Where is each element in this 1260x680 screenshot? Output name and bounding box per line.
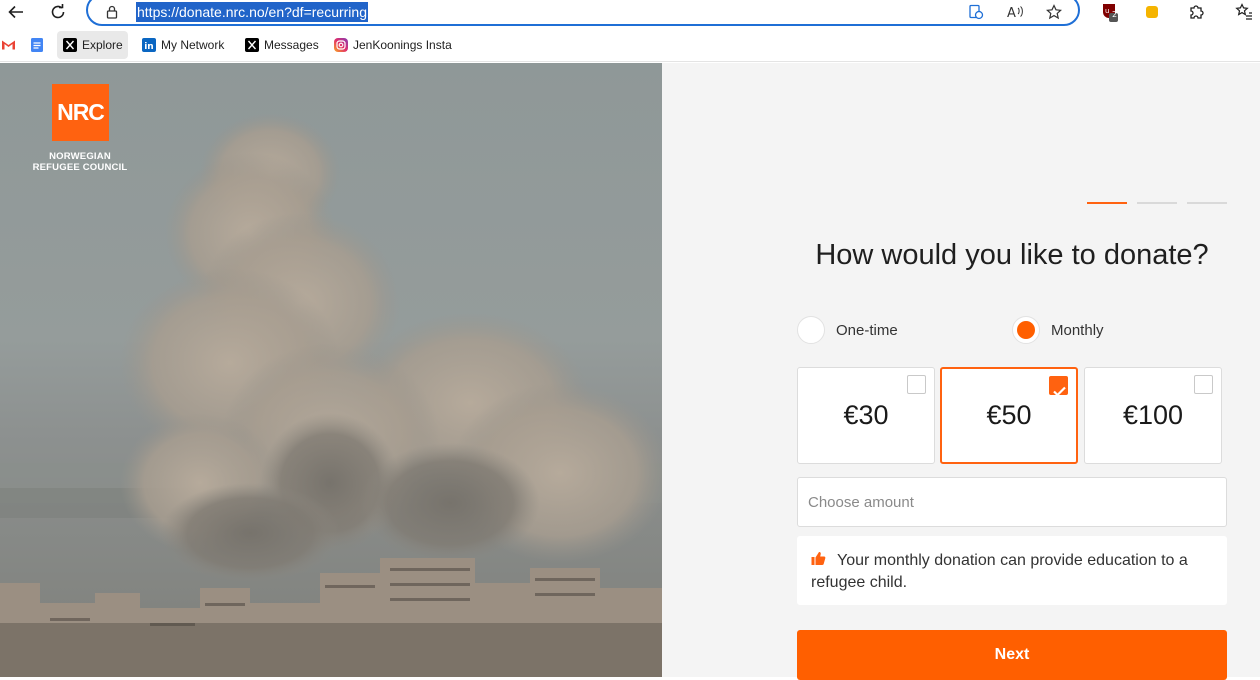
svg-text:u: u — [1105, 7, 1109, 15]
url-text[interactable]: https://donate.nrc.no/en?df=recurring — [136, 2, 368, 22]
step-indicator-3 — [1187, 202, 1227, 204]
linkedin-icon: in — [141, 38, 156, 53]
bookmark-label: JenKoonings Insta — [353, 38, 452, 52]
radio-selected-dot — [1017, 321, 1035, 339]
frequency-option-monthly[interactable]: Monthly — [1012, 316, 1104, 344]
thumbs-up-icon — [811, 551, 827, 572]
extension-icon[interactable] — [1138, 0, 1166, 24]
amount-option-50[interactable]: €50 — [940, 367, 1078, 464]
step-indicator-1 — [1087, 202, 1127, 204]
amount-checkbox[interactable] — [1194, 375, 1213, 394]
lock-icon[interactable] — [102, 2, 122, 22]
extension-badge: 2 — [1112, 10, 1118, 19]
gmail-icon — [1, 38, 16, 53]
ublock-extension-icon[interactable]: u 2 — [1096, 0, 1124, 24]
amount-label: €30 — [843, 400, 889, 430]
address-bar[interactable]: https://donate.nrc.no/en?df=recurring A — [86, 0, 1080, 26]
amount-checkbox-checked[interactable] — [1049, 376, 1068, 397]
bookmark-label: My Network — [161, 38, 225, 52]
step-indicator-2 — [1137, 202, 1177, 204]
monthly-radio[interactable] — [1012, 316, 1040, 344]
org-name: NORWEGIAN REFUGEE COUNCIL — [24, 151, 136, 173]
amount-label: €50 — [986, 400, 1032, 430]
frequency-option-one-time[interactable]: One-time — [797, 316, 898, 344]
nrc-logo[interactable]: NRC — [52, 84, 109, 141]
frequency-label: One-time — [836, 321, 898, 339]
extensions-puzzle-icon[interactable] — [1182, 0, 1210, 24]
check-icon — [1053, 386, 1066, 397]
amount-option-30[interactable]: €30 — [797, 367, 935, 464]
x-icon — [244, 38, 259, 53]
hero-image: NRC NORWEGIAN REFUGEE COUNCIL — [0, 63, 662, 677]
org-name-line1: NORWEGIAN — [49, 151, 111, 162]
amount-option-100[interactable]: €100 — [1084, 367, 1222, 464]
browser-toolbar: https://donate.nrc.no/en?df=recurring A … — [0, 0, 1260, 28]
frequency-label: Monthly — [1051, 321, 1104, 339]
amount-checkbox[interactable] — [907, 375, 926, 394]
amount-label: €100 — [1122, 400, 1184, 430]
donation-panel: How would you like to donate? One-time M… — [662, 63, 1260, 680]
bookmark-explore[interactable]: Explore — [57, 31, 128, 59]
custom-amount-input[interactable] — [797, 477, 1227, 527]
bookmark-messages[interactable]: Messages — [239, 31, 324, 59]
bookmark-label: Explore — [82, 38, 123, 52]
favorite-star-icon[interactable] — [1044, 2, 1064, 22]
app-available-icon[interactable] — [966, 2, 986, 22]
favorites-icon[interactable] — [1230, 0, 1258, 24]
svg-text:A: A — [1007, 6, 1016, 20]
svg-text:in: in — [144, 42, 154, 52]
google-docs-icon — [29, 38, 44, 53]
bookmark-my-network[interactable]: in My Network — [136, 31, 229, 59]
next-button[interactable]: Next — [797, 630, 1227, 680]
bookmark-jenkoonings-insta[interactable]: JenKoonings Insta — [328, 31, 457, 59]
impact-text: Your monthly donation can provide educat… — [811, 552, 1188, 591]
refresh-icon[interactable] — [44, 0, 72, 24]
instagram-icon — [333, 38, 348, 53]
x-icon — [62, 38, 77, 53]
org-name-line2: REFUGEE COUNCIL — [32, 162, 128, 173]
page-title: How would you like to donate? — [815, 239, 1209, 271]
impact-message: Your monthly donation can provide educat… — [797, 536, 1227, 605]
bookmarks-bar: Explore in My Network Messages JenKoonin… — [0, 30, 1260, 62]
back-icon[interactable] — [2, 0, 30, 24]
one-time-radio[interactable] — [797, 316, 825, 344]
bookmark-label: Messages — [264, 38, 319, 52]
read-aloud-icon[interactable]: A — [1005, 2, 1025, 22]
bookmark-google-docs[interactable] — [24, 31, 49, 59]
bookmark-gmail[interactable] — [0, 31, 21, 59]
